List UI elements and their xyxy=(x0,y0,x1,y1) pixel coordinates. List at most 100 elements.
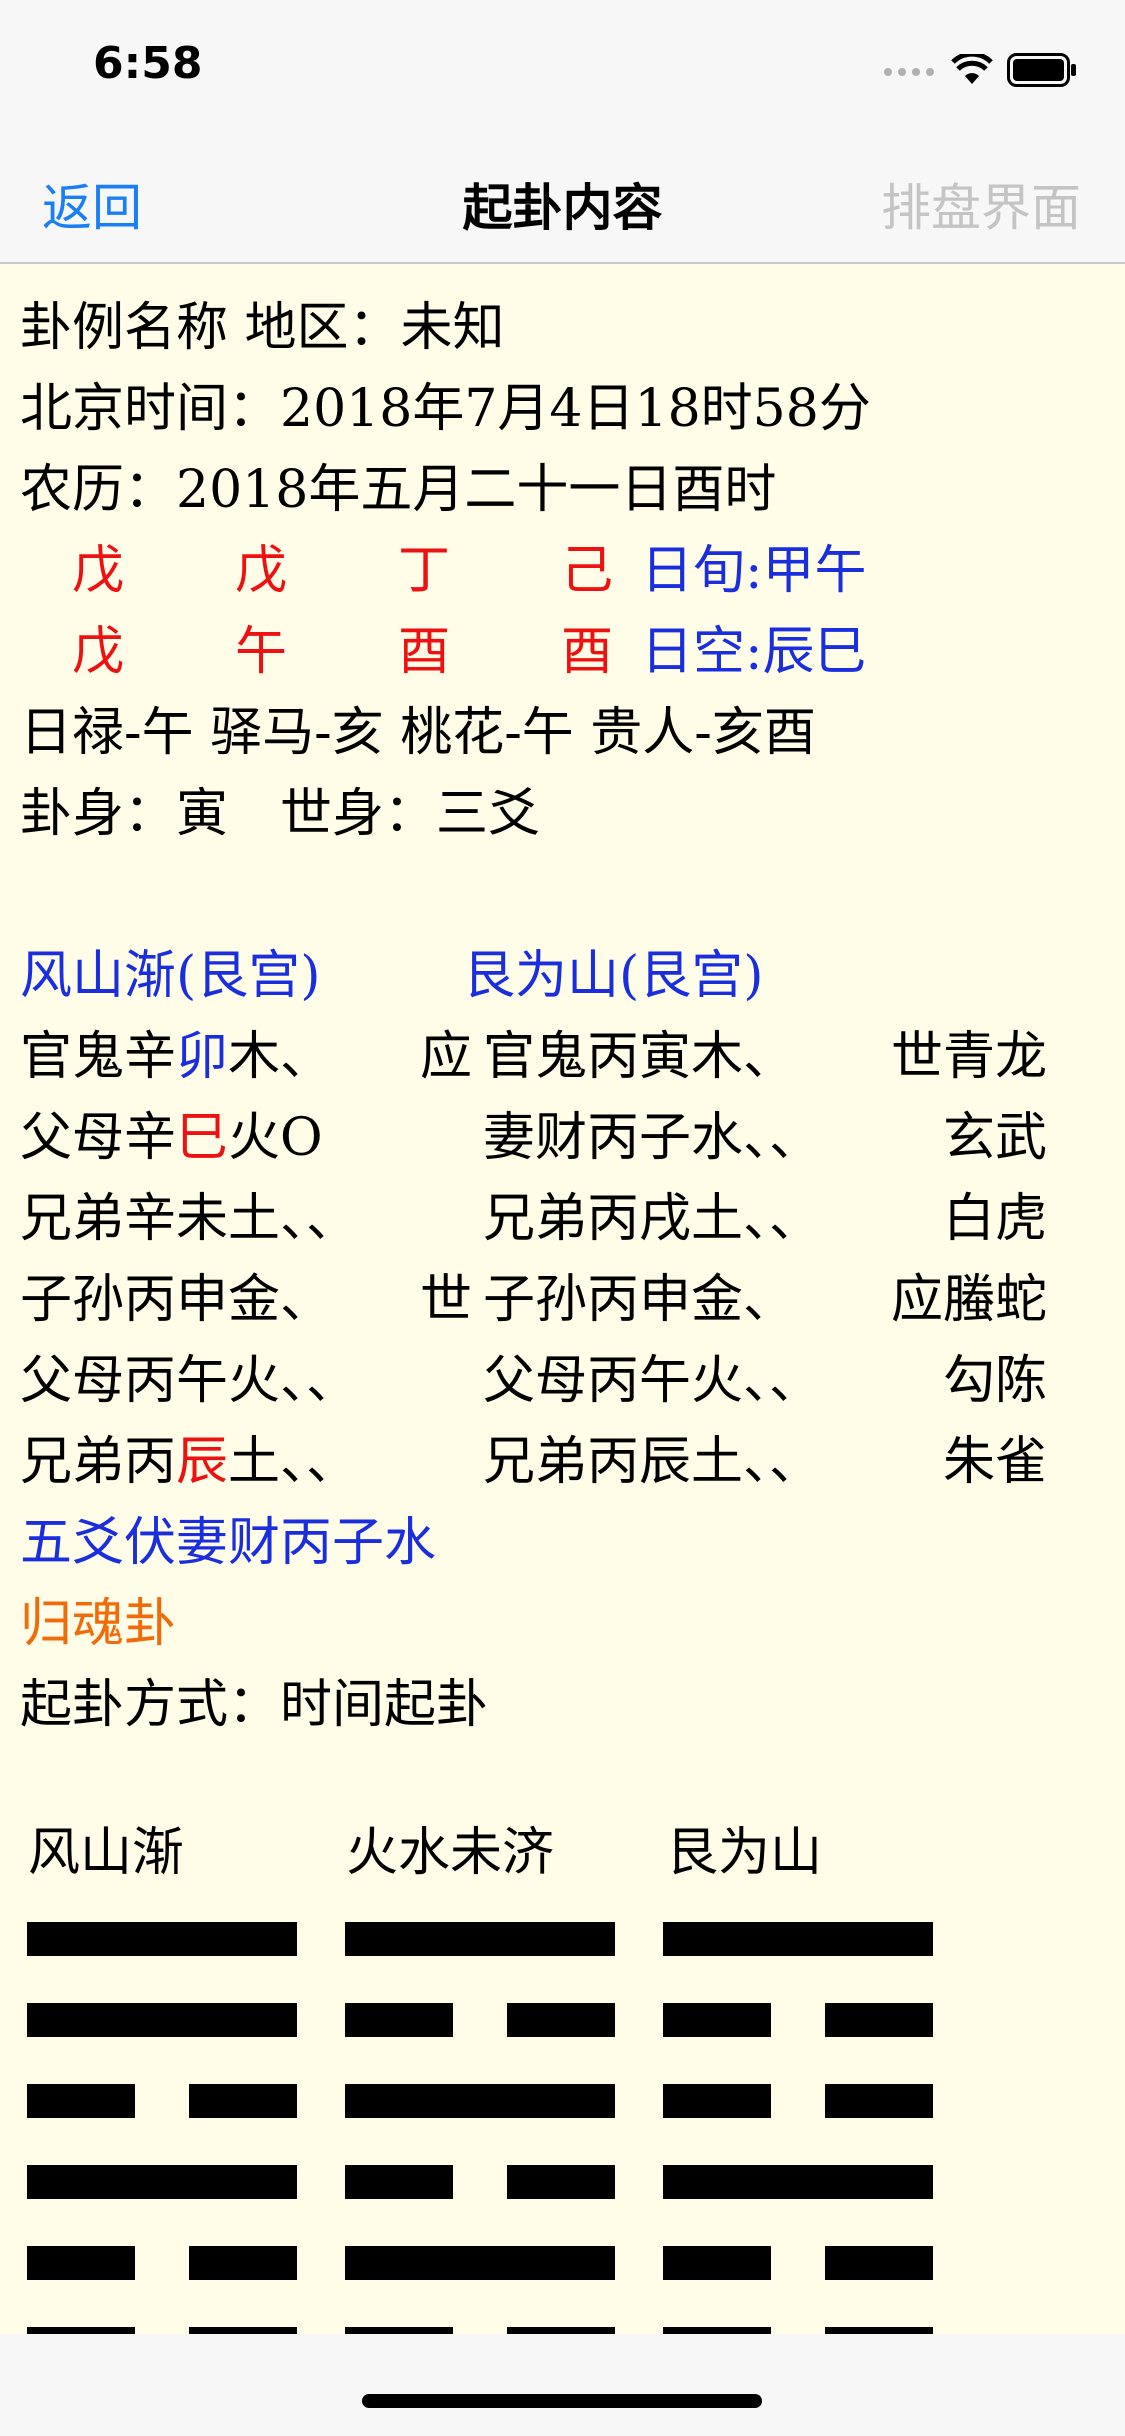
highlight-branch: 卯 xyxy=(176,1027,229,1087)
main-yao-text: 父母辛 xyxy=(20,1108,177,1168)
yin-segment xyxy=(663,2246,771,2280)
yang-line xyxy=(345,2246,615,2280)
yin-line xyxy=(27,2246,297,2280)
highlight-branch: 巳 xyxy=(176,1108,229,1168)
yin-segment xyxy=(345,2165,453,2199)
changed-gua-name: 艮为山(艮宫) xyxy=(463,946,764,1006)
ganzhi-month-branch: 午 xyxy=(235,622,288,682)
yao-row: 兄弟丙辰土、、 兄弟丙辰土、、 朱雀 xyxy=(20,1422,1110,1503)
changed-yao-text: 父母丙午火、、 xyxy=(483,1351,822,1411)
yang-line xyxy=(345,2084,615,2118)
yang-line xyxy=(663,2165,933,2199)
yao-row: 官鬼辛卯木、应官鬼丙寅木、 世青龙 xyxy=(20,1017,1110,1098)
yang-segment xyxy=(663,1922,933,1956)
yin-segment xyxy=(825,2003,933,2037)
yang-segment xyxy=(27,1922,297,1956)
yang-line xyxy=(27,1922,297,1956)
divination-content: 卦例名称 地区：未知 北京时间：2018年7月4日18时58分 农历：2018年… xyxy=(20,288,1110,1746)
gua-names-line: 风山渐(艮宫) 艮为山(艮宫) xyxy=(20,936,1110,1017)
highlight-branch: 辰 xyxy=(176,1432,229,1492)
yin-segment xyxy=(345,2003,453,2037)
changed-yao-text: 子孙丙申金、 xyxy=(483,1270,796,1330)
beijing-time-line: 北京时间：2018年7月4日18时58分 xyxy=(20,379,871,439)
fushen-line: 五爻伏妻财丙子水 xyxy=(20,1513,437,1573)
main-yao-text: 兄弟辛未土、、 xyxy=(20,1189,359,1249)
changed-yao-text: 兄弟丙戌土、、 xyxy=(483,1189,822,1249)
main-yao: 父母辛巳火O xyxy=(20,1098,420,1179)
home-area xyxy=(0,2334,1125,2436)
navigation-bar: 返回 起卦内容 排盘界面 xyxy=(0,132,1125,264)
day-kong: 日空:辰巳 xyxy=(641,622,867,682)
yin-line xyxy=(663,2003,933,2037)
yin-segment xyxy=(825,2084,933,2118)
method-line: 起卦方式：时间起卦 xyxy=(20,1675,489,1735)
yin-line xyxy=(345,2165,615,2199)
hexagram-title-changed: 艮为山 xyxy=(666,1823,823,1883)
case-name-line: 卦例名称 地区：未知 xyxy=(20,298,505,358)
changed-yao-text: 妻财丙子水、、 xyxy=(483,1108,822,1168)
ganzhi-stems-line: 戊 戊 丁 己日旬:甲午 xyxy=(20,531,1110,612)
ganzhi-year-stem: 戊 xyxy=(72,541,125,601)
ganzhi-year-branch: 戊 xyxy=(72,622,125,682)
ganzhi-day-stem: 丁 xyxy=(398,541,451,601)
yao-rows: 官鬼辛卯木、应官鬼丙寅木、 世青龙 父母辛巳火O 妻财丙子水、、 玄武 兄弟辛未土、、 兄弟… xyxy=(20,1017,1110,1503)
yang-line xyxy=(345,1922,615,1956)
yao-row: 父母丙午火、、 父母丙午火、、 勾陈 xyxy=(20,1341,1110,1422)
chart-view-button[interactable]: 排盘界面 xyxy=(881,168,1081,240)
yin-segment xyxy=(507,2165,615,2199)
status-bar: 6:58 xyxy=(0,0,1125,132)
main-yao: 子孙丙申金、 xyxy=(20,1260,420,1341)
yin-segment xyxy=(663,2003,771,2037)
yao-row: 子孙丙申金、世子孙丙申金、 应螣蛇 xyxy=(20,1260,1110,1341)
yang-segment xyxy=(663,2165,933,2199)
six-god: 玄武 xyxy=(942,1108,1047,1168)
yang-segment xyxy=(27,2003,297,2037)
yang-segment xyxy=(345,1922,615,1956)
six-god: 应螣蛇 xyxy=(890,1270,1047,1330)
hexagram-title-mutual: 火水未济 xyxy=(346,1823,555,1883)
main-yao: 父母丙午火、、 xyxy=(20,1341,420,1422)
yin-segment xyxy=(27,2246,135,2280)
main-gua-name: 风山渐(艮宫) xyxy=(20,946,321,1006)
six-god: 朱雀 xyxy=(942,1432,1047,1492)
ganzhi-month-stem: 戊 xyxy=(235,541,288,601)
hexagram-title-main: 风山渐 xyxy=(28,1823,185,1883)
yang-segment xyxy=(345,2246,615,2280)
main-yao: 官鬼辛卯木、 xyxy=(20,1017,420,1098)
main-yao-text: 兄弟丙 xyxy=(20,1432,177,1492)
changed-yao-text: 兄弟丙辰土、、 xyxy=(483,1432,822,1492)
main-yao-text: 子孙丙申金、 xyxy=(20,1270,333,1330)
yin-line xyxy=(345,2003,615,2037)
yin-segment xyxy=(189,2246,297,2280)
main-yao: 兄弟丙辰土、、 xyxy=(20,1422,420,1503)
main-yao-text: 官鬼辛 xyxy=(20,1027,177,1087)
day-xun: 日旬:甲午 xyxy=(641,541,867,601)
status-icons xyxy=(883,50,1077,90)
yin-segment xyxy=(825,2246,933,2280)
yin-line xyxy=(663,2084,933,2118)
guashen-line: 卦身：寅 世身：三爻 xyxy=(20,784,541,844)
main-yao-tail: 土、、 xyxy=(228,1432,359,1492)
yao-row: 兄弟辛未土、、 兄弟丙戌土、、 白虎 xyxy=(20,1179,1110,1260)
shensha-line: 日禄-午 驿马-亥 桃花-午 贵人-亥酉 xyxy=(20,703,816,763)
home-indicator[interactable] xyxy=(362,2394,762,2408)
yang-line xyxy=(27,2003,297,2037)
status-time: 6:58 xyxy=(93,38,203,89)
six-god: 勾陈 xyxy=(942,1351,1047,1411)
yin-segment xyxy=(663,2084,771,2118)
lunar-date-line: 农历：2018年五月二十一日酉时 xyxy=(20,460,777,520)
six-god: 世青龙 xyxy=(890,1027,1047,1087)
yao-row: 父母辛巳火O 妻财丙子水、、 玄武 xyxy=(20,1098,1110,1179)
shi-ying-mark: 世 xyxy=(420,1270,473,1330)
yin-line xyxy=(663,2246,933,2280)
changed-yao-text: 官鬼丙寅木、 xyxy=(483,1027,796,1087)
yin-line xyxy=(27,2084,297,2118)
yang-line xyxy=(27,2165,297,2199)
yang-line xyxy=(663,1922,933,1956)
yin-segment xyxy=(189,2084,297,2118)
ganzhi-branches-line: 戊午酉酉日空:辰巳 xyxy=(20,612,1110,693)
ganzhi-day-branch: 酉 xyxy=(398,622,451,682)
yang-segment xyxy=(345,2084,615,2118)
yin-segment xyxy=(27,2084,135,2118)
battery-icon xyxy=(1007,53,1076,87)
